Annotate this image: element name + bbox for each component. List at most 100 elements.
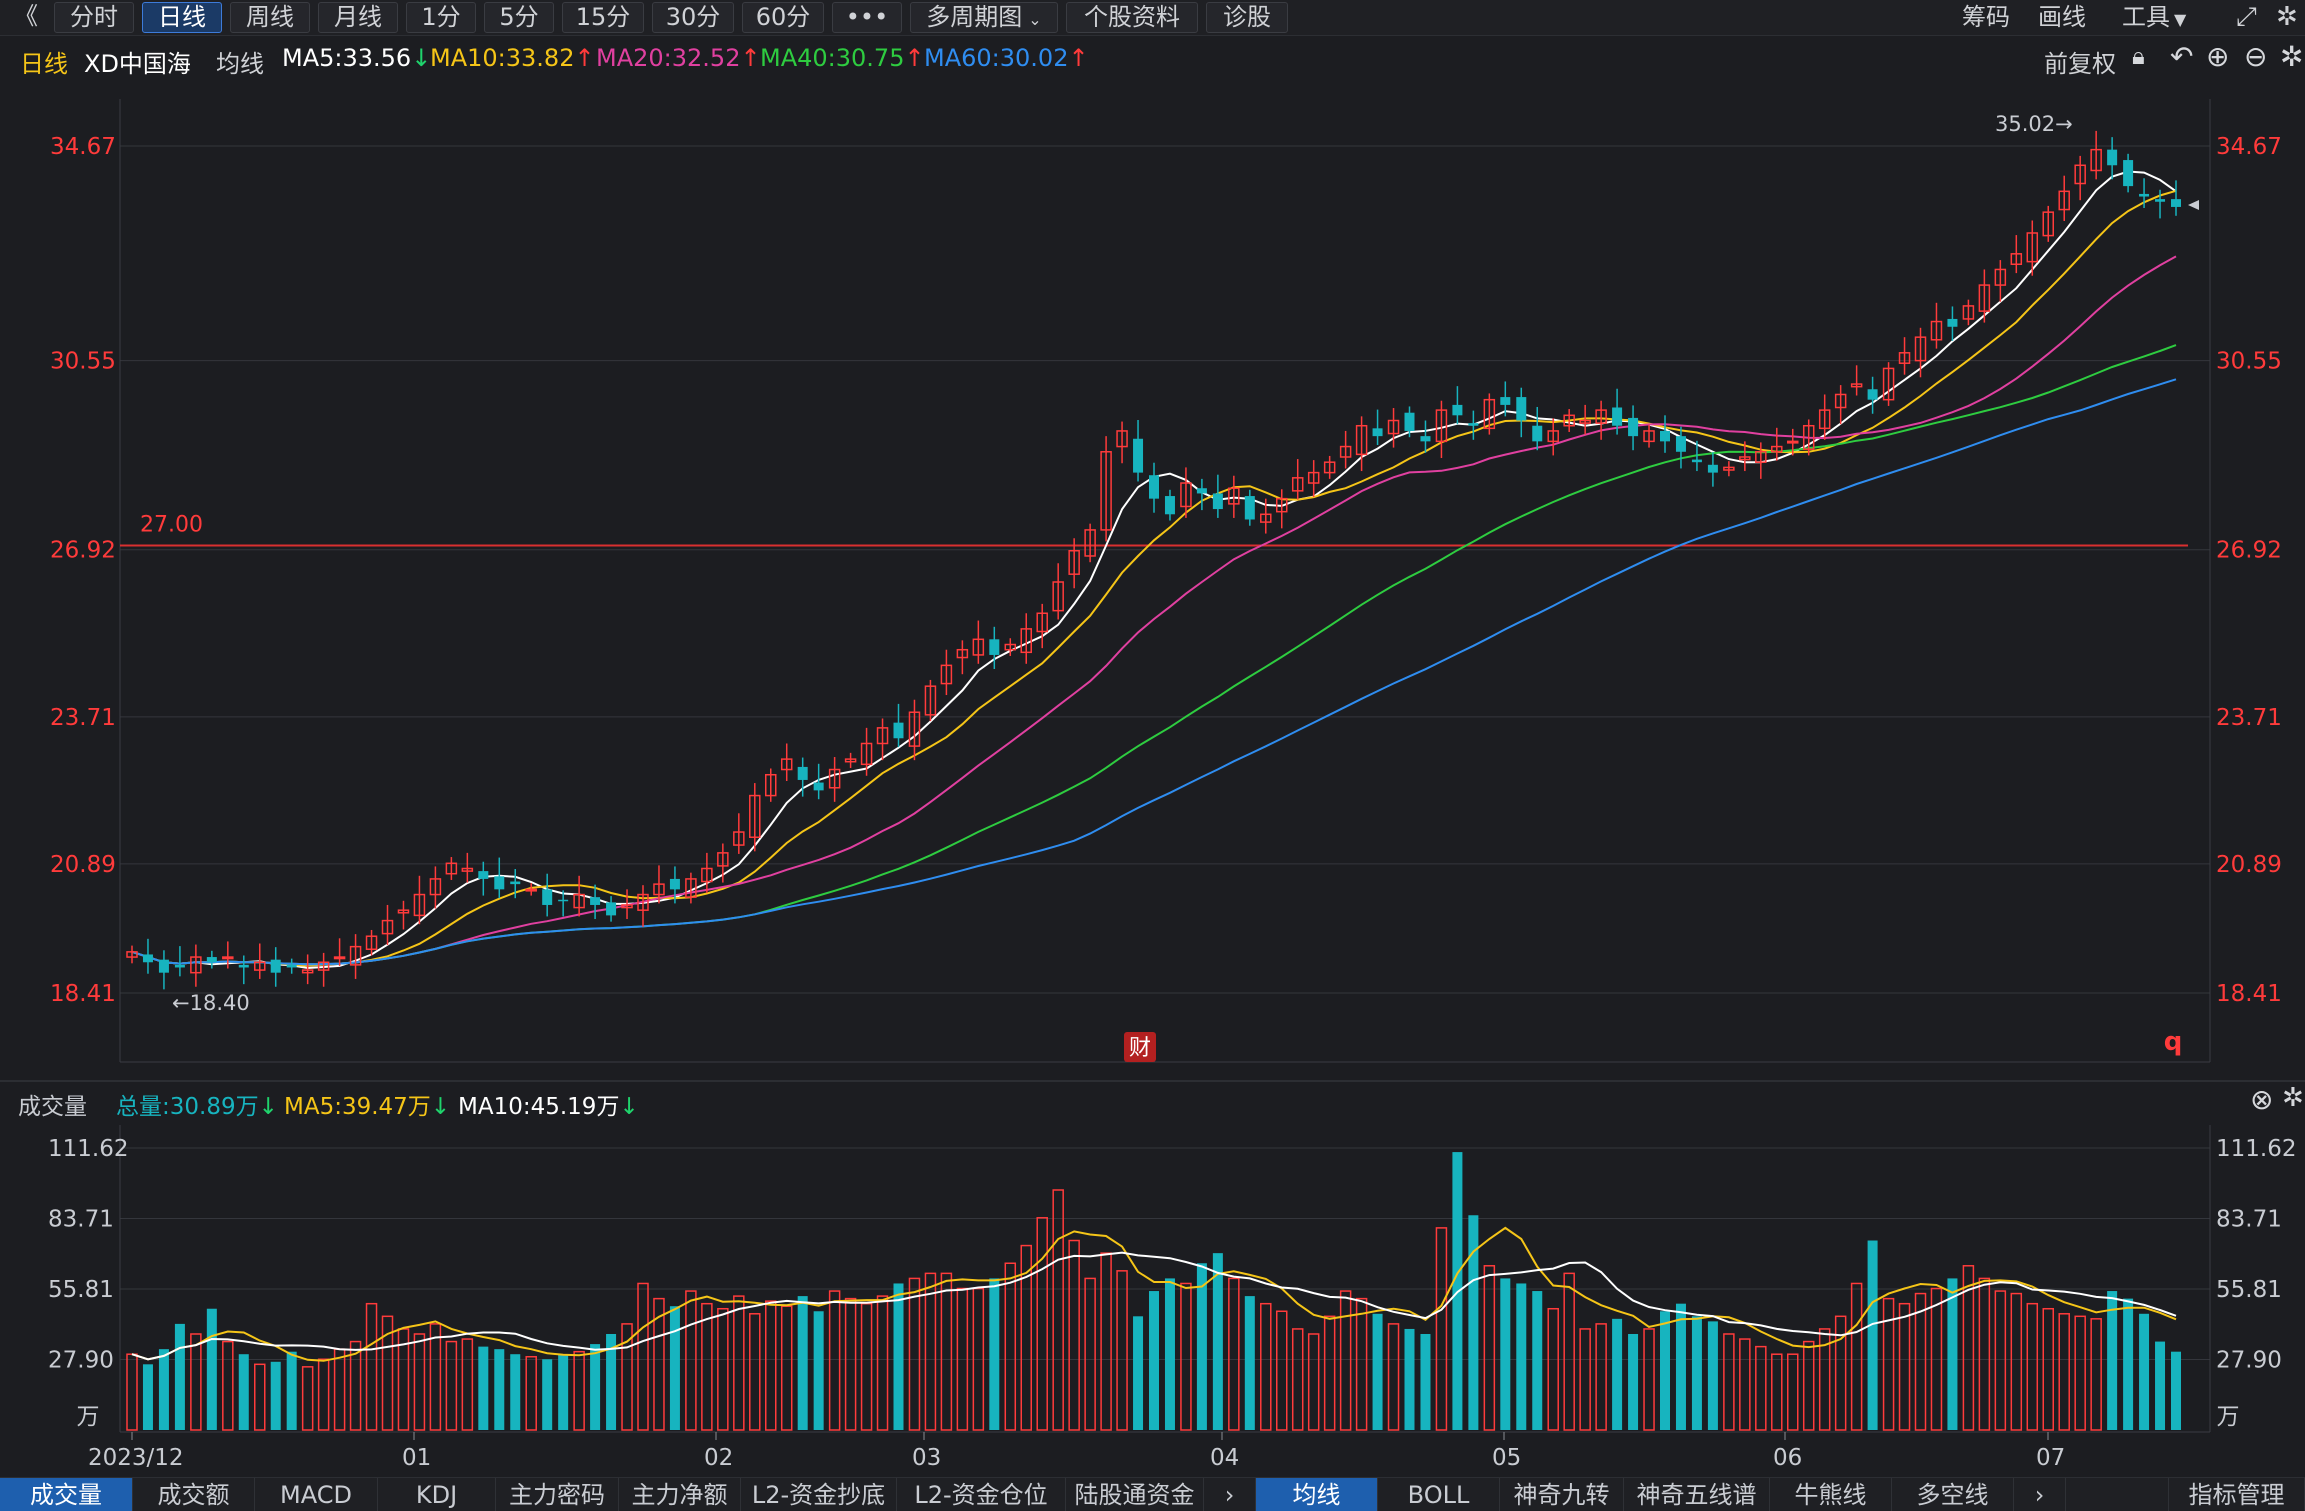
scroll-right-icon[interactable]: › — [1204, 1478, 1256, 1511]
volume-bar-up — [1276, 1310, 1288, 1431]
volume-bar-up — [2074, 1315, 2086, 1431]
volume-bar-up — [1307, 1333, 1320, 1431]
volume-bar-down — [238, 1354, 249, 1430]
low-price-marker: ←18.40 — [172, 991, 250, 1015]
volume-bar-down — [1675, 1303, 1686, 1430]
tab-volume[interactable]: 成交量 — [0, 1478, 133, 1511]
volume-bar-up — [333, 1348, 346, 1431]
volume-bar-down — [2171, 1351, 2181, 1430]
volume-unit-right: 万 — [2217, 1404, 2240, 1430]
volume-bar-down — [2123, 1298, 2134, 1430]
volume-ma5: MA5:39.47万↓ — [284, 1087, 450, 1121]
ma10-line — [131, 189, 2177, 967]
candle-down — [286, 964, 297, 968]
volume-bar-up — [254, 1363, 266, 1431]
high-price-marker: 35.02→ — [1995, 112, 2073, 136]
volume-bar-down — [590, 1344, 601, 1430]
volume-bar-down — [1212, 1253, 1223, 1430]
scroll-right-icon[interactable]: › — [2014, 1478, 2066, 1511]
volume-bar-up — [2090, 1318, 2102, 1431]
settings-gear-icon[interactable]: ✲ — [2282, 1083, 2304, 1113]
x-tick-label: 02 — [704, 1445, 733, 1471]
candle-down — [1516, 397, 1527, 421]
volume-bar-up — [1036, 1217, 1048, 1431]
arrow-down-icon: ↓ — [619, 1094, 639, 1120]
moving-average-lines — [131, 170, 2177, 970]
close-panel-icon[interactable]: ⊗ — [2250, 1083, 2273, 1116]
volume-bar-up — [1834, 1315, 1847, 1431]
volume-bar-up — [1116, 1270, 1128, 1431]
candle-down — [1675, 436, 1686, 452]
price-volume-chart[interactable]: 34.67 34.67 30.55 30.55 26.92 26.92 23.71 23.71… — [0, 0, 2305, 1511]
volume-bar-up — [1802, 1340, 1815, 1431]
price-tick-right: 34.67 — [2216, 134, 2282, 160]
ma5-line — [131, 170, 2177, 970]
volume-bar-down — [1244, 1296, 1255, 1430]
volume-bar-up — [780, 1305, 793, 1431]
volume-bar-up — [749, 1313, 761, 1431]
volume-bar-up — [765, 1300, 777, 1431]
candle-down — [510, 881, 521, 885]
q-badge[interactable]: q — [2164, 1027, 2183, 1057]
volume-bar-down — [1404, 1328, 1415, 1430]
volume-tick-right: 83.71 — [2216, 1207, 2282, 1233]
arrow-down-icon: ↓ — [258, 1094, 278, 1120]
volume-bar-up — [1723, 1333, 1735, 1431]
volume-bar-up — [429, 1323, 442, 1431]
tab-magic-five[interactable]: 神奇五线谱 — [1624, 1478, 1770, 1511]
volume-bar-up — [1084, 1277, 1096, 1431]
price-tick-right: 20.89 — [2216, 852, 2282, 878]
tab-kdj[interactable]: KDJ — [378, 1478, 496, 1511]
volume-title: 成交量 — [18, 1094, 87, 1120]
volume-bar-up — [701, 1302, 713, 1431]
volume-bar-up — [1978, 1277, 1991, 1431]
volume-ma10: MA10:45.19万↓ — [458, 1087, 639, 1121]
volume-ma5-text: MA5:39.47万 — [284, 1094, 431, 1120]
volume-bar-down — [1468, 1215, 1479, 1430]
tab-bull-bear[interactable]: 牛熊线 — [1770, 1478, 1892, 1511]
volume-bar-down — [510, 1354, 521, 1430]
volume-bar-up — [733, 1295, 745, 1431]
volume-bar-up — [317, 1358, 330, 1431]
price-tick-left: 20.89 — [50, 852, 116, 878]
tab-l2-bottom[interactable]: L2-资金抄底 — [741, 1478, 897, 1511]
price-tick-left: 18.41 — [50, 981, 116, 1007]
volume-bar-up — [1228, 1277, 1240, 1431]
candle-down — [1612, 407, 1623, 426]
ma40-line — [131, 344, 2177, 966]
volume-bar-up — [1595, 1323, 1607, 1431]
tab-boll[interactable]: BOLL — [1378, 1478, 1500, 1511]
candle-down — [1468, 423, 1479, 426]
x-tick-label: 03 — [912, 1445, 941, 1471]
candle-down — [797, 766, 808, 780]
tab-turnover[interactable]: 成交额 — [133, 1478, 255, 1511]
volume-tick-left: 111.62 — [48, 1136, 128, 1162]
volume-bar-up — [908, 1277, 921, 1431]
tab-long-short[interactable]: 多空线 — [1892, 1478, 2014, 1511]
tab-northbound[interactable]: 陆股通资金 — [1066, 1478, 1204, 1511]
volume-bar-down — [893, 1283, 904, 1430]
volume-unit-left: 万 — [77, 1404, 100, 1430]
volume-bar-down — [813, 1311, 824, 1430]
candle-down — [2171, 199, 2181, 207]
volume-bar-down — [989, 1278, 1000, 1430]
candle-down — [1707, 464, 1718, 473]
candlesticks — [126, 130, 2181, 990]
volume-total-text: 总量:30.89万 — [116, 1094, 259, 1120]
volume-bar-up — [1004, 1262, 1017, 1431]
volume-bar-up — [637, 1282, 649, 1431]
tab-macd[interactable]: MACD — [255, 1478, 378, 1511]
candle-down — [2123, 160, 2134, 187]
volume-bar-down — [1164, 1278, 1175, 1430]
candle-down — [2155, 199, 2166, 202]
candle-down — [1420, 436, 1431, 442]
tab-l2-position[interactable]: L2-资金仓位 — [897, 1478, 1066, 1511]
x-tick-label: 04 — [1210, 1445, 1239, 1471]
x-tick-label: 07 — [2036, 1445, 2065, 1471]
indicator-manage-button[interactable]: 指标管理 — [2168, 1478, 2305, 1511]
tab-moving-average[interactable]: 均线 — [1256, 1478, 1378, 1511]
tab-main-net[interactable]: 主力净额 — [619, 1478, 741, 1511]
tab-main-code[interactable]: 主力密码 — [496, 1478, 619, 1511]
tab-magic-nine[interactable]: 神奇九转 — [1500, 1478, 1624, 1511]
volume-bar-down — [478, 1346, 489, 1430]
